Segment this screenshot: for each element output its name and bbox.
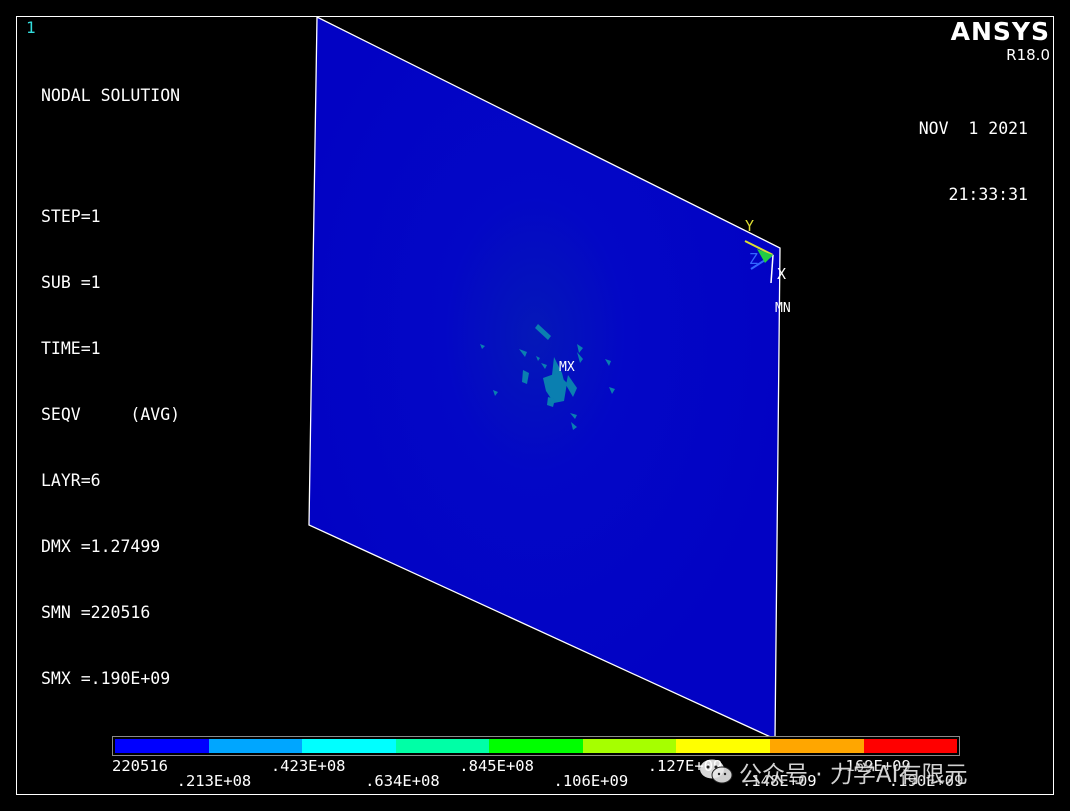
legend-label-0: 220516	[112, 757, 168, 775]
legend-label-2: .423E+08	[270, 757, 346, 775]
watermark-text: 公众号 · 力学AI有限元	[739, 762, 968, 788]
legend-swatch-1	[208, 739, 303, 753]
watermark: 公众号 · 力学AI有限元	[699, 755, 967, 789]
min-marker: MN	[775, 301, 791, 316]
legend-swatch-8	[863, 739, 958, 753]
contour-legend-bar	[112, 736, 960, 756]
axis-y-label: Y	[745, 217, 755, 235]
legend-swatch-6	[676, 739, 770, 753]
legend-label-4: .845E+08	[459, 757, 534, 775]
axis-x-label: X	[777, 265, 787, 283]
legend-swatch-0	[115, 739, 209, 753]
legend-swatch-7	[769, 739, 864, 753]
legend-swatch-2	[302, 739, 396, 753]
graphics-viewport[interactable]: 1 NODAL SOLUTION STEP=1 SUB =1 TIME=1 SE…	[16, 16, 1054, 795]
max-marker: MX	[559, 360, 575, 375]
legend-label-3: .634E+08	[365, 772, 440, 790]
legend-swatch-4	[489, 739, 583, 753]
legend-swatch-5	[582, 739, 677, 753]
wechat-icon	[699, 758, 733, 786]
legend-swatch-3	[395, 739, 490, 753]
legend-label-5: .106E+09	[553, 772, 629, 790]
legend-label-1: .213E+08	[176, 772, 252, 790]
axis-z-label: Z	[749, 250, 759, 268]
model-plot[interactable]	[17, 17, 1053, 794]
